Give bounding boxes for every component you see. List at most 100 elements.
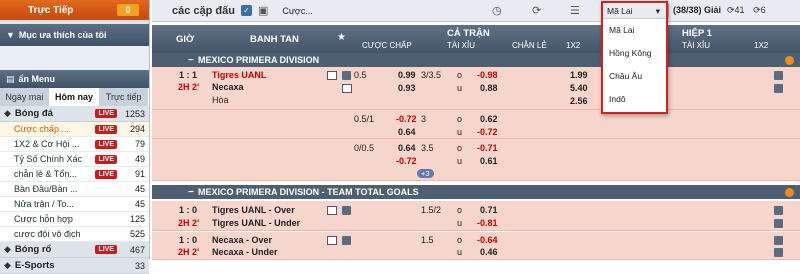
hide-menu-label: ẩn Menu xyxy=(18,74,56,84)
option-malay[interactable]: Mã Lai xyxy=(603,19,666,42)
odds-under[interactable]: -0.81 xyxy=(477,218,498,228)
odds-away[interactable]: 0.93 xyxy=(398,83,416,93)
refresh-league-icon[interactable] xyxy=(785,55,794,65)
odds-over[interactable]: -0.98 xyxy=(477,70,498,80)
star-add-icon[interactable] xyxy=(342,206,351,215)
hide-menu-toggle[interactable]: ▤ ẩn Menu xyxy=(0,70,149,88)
collapse-icon[interactable]: − xyxy=(188,187,194,198)
odds-2[interactable]: 5.40 xyxy=(570,83,588,93)
tab-live[interactable]: Trực tiếp xyxy=(99,88,150,106)
odds-1[interactable]: 1.99 xyxy=(570,70,588,80)
item-label: cược đội vô địch xyxy=(14,229,81,239)
odds-under[interactable]: 0.61 xyxy=(480,156,498,166)
odds-away[interactable]: -0.72 xyxy=(396,156,417,166)
col-teams: BANH TAN xyxy=(250,34,299,45)
stats-icon[interactable] xyxy=(327,71,337,80)
stats-icon-right[interactable] xyxy=(774,219,783,228)
video-icon[interactable]: ▣ xyxy=(258,4,268,17)
home-team: Necaxa - Over xyxy=(212,235,273,245)
live-badge: LIVE xyxy=(95,245,117,254)
stats-icon-right[interactable] xyxy=(774,71,783,80)
odds-away[interactable]: 0.64 xyxy=(398,127,416,137)
option-decimal[interactable]: Châu Âu xyxy=(603,65,666,88)
league-header[interactable]: − MEXICO PRIMERA DIVISION - TEAM TOTAL G… xyxy=(152,185,800,199)
home-team: Tigres UANL - Over xyxy=(212,205,295,215)
sidebar-item-1x2[interactable]: 1X2 & Cơ Hội ... LIVE 79 xyxy=(0,137,149,152)
odds-under[interactable]: 0.88 xyxy=(480,83,498,93)
live-now-button[interactable]: Trực Tiếp 0 xyxy=(0,0,149,20)
checkbox-icon[interactable]: ✓ xyxy=(240,5,252,16)
stats-icon-right[interactable] xyxy=(774,84,783,93)
handicap-line: 0.5/1 xyxy=(354,114,375,124)
sidebar-item-odd-even[interactable]: chẵn lẻ & Tổn... LIVE 91 xyxy=(0,167,149,182)
odds-over[interactable]: 0.62 xyxy=(480,114,498,124)
sport-basketball[interactable]: ◆ Bóng rổ LIVE 467 xyxy=(0,242,149,258)
stats-icon[interactable] xyxy=(327,206,337,215)
item-label: Cược hỗn hợp xyxy=(14,214,73,224)
item-label: Cược chấp ... xyxy=(14,124,69,134)
ou-line: 3 xyxy=(421,114,427,124)
item-count: 91 xyxy=(134,169,145,179)
sport-football[interactable]: ◆ Bóng đá LIVE 1253 xyxy=(0,106,149,122)
item-count: 525 xyxy=(129,229,145,239)
score: 1 : 0 xyxy=(179,235,198,245)
live-tracker-icon[interactable] xyxy=(342,84,352,93)
sidebar-item-correct-score[interactable]: Tỷ Số Chính Xác LIVE 49 xyxy=(0,152,149,167)
odds-over[interactable]: -0.64 xyxy=(477,235,498,245)
counters: ⟳41 ⟳6 xyxy=(727,5,766,16)
bet-type-select[interactable]: Cược... xyxy=(282,6,312,16)
odds-home[interactable]: -0.72 xyxy=(396,114,417,124)
option-hongkong[interactable]: Hồng Kông xyxy=(603,42,666,65)
match-time: 2H 2' xyxy=(178,247,200,257)
count-b: 6 xyxy=(760,5,766,15)
table-row: 1 : 0 2H 2' Necaxa - Over Necaxa - Under… xyxy=(152,232,800,260)
sport-esports[interactable]: ◆ E-Sports 33 xyxy=(0,258,149,274)
favorites-header[interactable]: ▼ Mục ưa thích của tôi xyxy=(0,24,149,46)
odds-over[interactable]: 0.71 xyxy=(480,205,498,215)
star-add-icon[interactable] xyxy=(342,236,351,245)
sidebar-item-mixed-parlay[interactable]: Cược hỗn hợp 125 xyxy=(0,212,149,227)
collapse-icon[interactable]: − xyxy=(188,55,194,66)
table-row: 1 : 0 2H 2' Tigres UANL - Over Tigres UA… xyxy=(152,201,800,231)
stats-icon-right[interactable] xyxy=(774,248,783,257)
clock-icon[interactable]: ◷ xyxy=(492,4,502,17)
sidebar-item-half-time[interactable]: Nửa trận / To... 45 xyxy=(0,197,149,212)
sidebar-item-handicap[interactable]: Cược chấp ... LIVE 294 xyxy=(0,122,149,137)
odds-under[interactable]: -0.72 xyxy=(477,127,498,137)
item-label: 1X2 & Cơ Hội ... xyxy=(14,139,80,149)
esports-icon: ◆ xyxy=(4,260,11,270)
refresh-icon[interactable]: ⟳ xyxy=(532,4,541,17)
odds-x[interactable]: 2.56 xyxy=(570,96,588,106)
live-badge: LIVE xyxy=(95,169,117,179)
more-bets-button[interactable]: +3 xyxy=(417,169,434,178)
item-label: Bàn Đầu/Bàn ... xyxy=(14,184,78,194)
table-row: 0.5/1 -0.72 0.64 3 o u 0.62 -0.72 xyxy=(152,110,800,139)
table-row: 1 : 1 2H 2' Tigres UANL Necaxa Hòa 0.5 0… xyxy=(152,67,800,110)
list-icon[interactable]: ☰ xyxy=(570,4,580,17)
stats-icon-right[interactable] xyxy=(774,206,783,215)
league-header[interactable]: − MEXICO PRIMERA DIVISION xyxy=(152,53,800,67)
sidebar-item-outright[interactable]: cược đội vô địch 525 xyxy=(0,227,149,242)
item-label: chẵn lẻ & Tổn... xyxy=(14,169,77,179)
stats-icon-right[interactable] xyxy=(774,236,783,245)
sport-count: 33 xyxy=(134,260,145,271)
sidebar-item-first-goal[interactable]: Bàn Đầu/Bàn ... 45 xyxy=(0,182,149,197)
odds-over[interactable]: -0.71 xyxy=(477,143,498,153)
refresh-league-icon[interactable] xyxy=(785,187,794,197)
stats-icon[interactable] xyxy=(327,236,337,245)
tab-today[interactable]: Hôm nay xyxy=(49,88,100,106)
live-badge: LIVE xyxy=(95,139,117,149)
item-count: 45 xyxy=(134,184,145,194)
col-over-under: TÀI XỈU xyxy=(447,41,476,50)
favorites-label: Mục ưa thích của tôi xyxy=(18,30,107,40)
star-add-icon[interactable] xyxy=(342,71,351,80)
option-indo[interactable]: Indô xyxy=(603,88,666,111)
odds-home[interactable]: 0.64 xyxy=(398,143,416,153)
odds-under[interactable]: 0.46 xyxy=(480,247,498,257)
star-icon[interactable]: ★ xyxy=(337,32,346,43)
tab-tomorrow[interactable]: Ngày mai xyxy=(0,88,50,106)
dropdown-selected[interactable]: Mã Lai ▾ xyxy=(603,3,666,19)
refresh-counter-icon: ⟳ xyxy=(753,5,761,15)
menu-icon: ▤ xyxy=(6,73,15,84)
odds-home[interactable]: 0.99 xyxy=(398,70,416,80)
